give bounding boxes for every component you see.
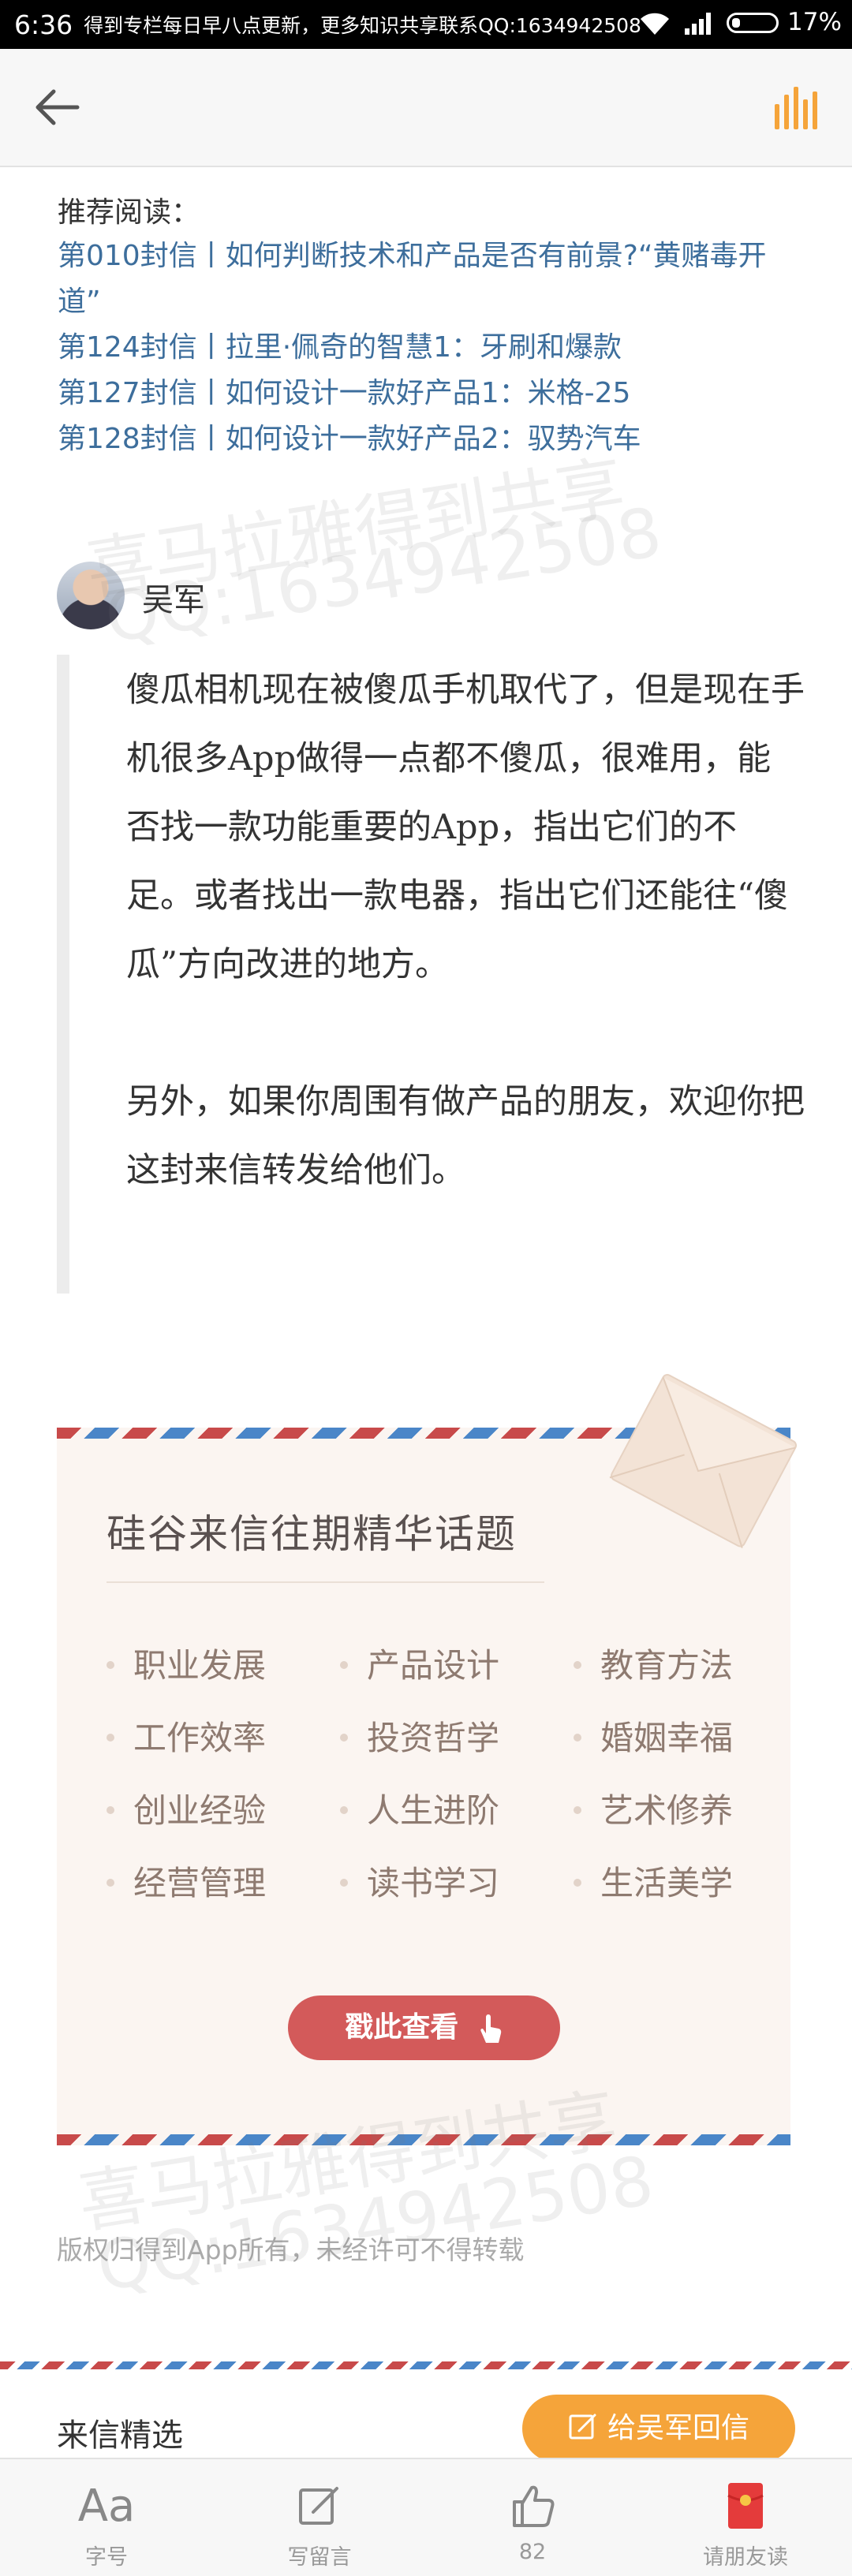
battery-percent: 17%	[787, 8, 842, 36]
topic-item[interactable]: 工作效率	[106, 1712, 266, 1760]
status-time: 6:36	[14, 9, 73, 40]
quote-paragraph: 另外，如果你周围有做产品的朋友，欢迎你把这封来信转发给他们。	[126, 1082, 805, 1190]
quote-bar	[57, 655, 69, 1294]
topic-item[interactable]: 婚姻幸福	[574, 1712, 733, 1760]
invite-friend-label: 请朋友读	[703, 2545, 788, 2570]
airmail-stripe-bottom	[57, 2134, 790, 2145]
recommended-link[interactable]: 第128封信丨如何设计一款好产品2：驭势汽车	[58, 416, 807, 462]
recommended-list: 第010封信丨如何判断技术和产品是否有前景?“黄赌毒开道” 第124封信丨拉里·…	[58, 233, 807, 462]
topic-item[interactable]: 生活美学	[574, 1857, 733, 1905]
promo-title: 硅谷来信往期精华话题	[106, 1511, 517, 1557]
view-topics-label: 戳此查看	[345, 2011, 459, 2044]
status-notice: 得到专栏每日早八点更新，更多知识共享联系QQ:1634942508	[84, 14, 641, 37]
battery-icon	[727, 13, 779, 33]
copyright-notice: 版权归得到App所有，未经许可不得转载	[57, 2234, 525, 2265]
author-avatar	[57, 562, 125, 629]
recommended-link[interactable]: 第127封信丨如何设计一款好产品1：米格-25	[58, 371, 807, 416]
topic-item[interactable]: 艺术修养	[574, 1784, 733, 1832]
topic-item[interactable]: 人生进阶	[340, 1784, 499, 1832]
topic-item[interactable]: 投资哲学	[340, 1712, 499, 1760]
selected-letters-title: 来信精选	[57, 2417, 183, 2454]
status-bar: 6:36 得到专栏每日早八点更新，更多知识共享联系QQ:1634942508 1…	[0, 0, 852, 49]
envelope-icon	[609, 1374, 797, 1548]
quote-block: 傻瓜相机现在被傻瓜手机取代了，但是现在手机很多App做得一点都不傻瓜，很难用，能…	[126, 656, 805, 1205]
write-comment-button[interactable]: 写留言	[241, 2459, 398, 2576]
font-size-label: 字号	[85, 2545, 128, 2570]
wifi-icon	[641, 13, 669, 35]
back-arrow-icon[interactable]	[32, 87, 82, 128]
reply-button[interactable]: 给吴军回信	[522, 2395, 795, 2462]
font-size-button[interactable]: Aa 字号	[28, 2459, 185, 2576]
like-button[interactable]: 82	[454, 2459, 611, 2576]
watermark-text: QQ:1634942508	[92, 2141, 659, 2308]
topic-item[interactable]: 经营管理	[106, 1857, 266, 1905]
thumbs-up-icon	[513, 2485, 555, 2527]
recommended-title: 推荐阅读：	[58, 196, 200, 229]
font-size-icon: Aa	[77, 2480, 136, 2532]
promo-divider	[106, 1581, 544, 1583]
topic-item[interactable]: 职业发展	[106, 1639, 266, 1687]
write-comment-icon	[299, 2487, 338, 2525]
edit-icon	[569, 2414, 596, 2440]
write-comment-label: 写留言	[287, 2545, 352, 2570]
signal-icon	[685, 13, 711, 35]
tap-hand-icon	[480, 2014, 501, 2043]
reply-button-label: 给吴军回信	[607, 2412, 749, 2444]
nav-bar	[0, 49, 852, 167]
topic-item[interactable]: 产品设计	[340, 1639, 499, 1687]
topic-item[interactable]: 读书学习	[340, 1857, 499, 1905]
recommended-link[interactable]: 第124封信丨拉里·佩奇的智慧1：牙刷和爆款	[58, 325, 807, 371]
audio-bars-icon[interactable]	[772, 84, 819, 131]
topic-item[interactable]: 创业经验	[106, 1784, 266, 1832]
author-name: 吴军	[142, 582, 205, 618]
quote-paragraph: 傻瓜相机现在被傻瓜手机取代了，但是现在手机很多App做得一点都不傻瓜，很难用，能…	[126, 670, 805, 984]
recommended-link[interactable]: 第010封信丨如何判断技术和产品是否有前景?“黄赌毒开道”	[58, 233, 807, 325]
bottom-toolbar: Aa 字号 写留言 82 请朋友读	[0, 2458, 852, 2576]
topic-item[interactable]: 教育方法	[574, 1639, 733, 1687]
invite-friend-button[interactable]: 请朋友读	[667, 2459, 824, 2576]
view-topics-button[interactable]: 戳此查看	[288, 1995, 560, 2060]
like-count: 82	[518, 2540, 547, 2564]
red-envelope-icon	[727, 2483, 764, 2529]
airmail-divider	[0, 2361, 852, 2369]
